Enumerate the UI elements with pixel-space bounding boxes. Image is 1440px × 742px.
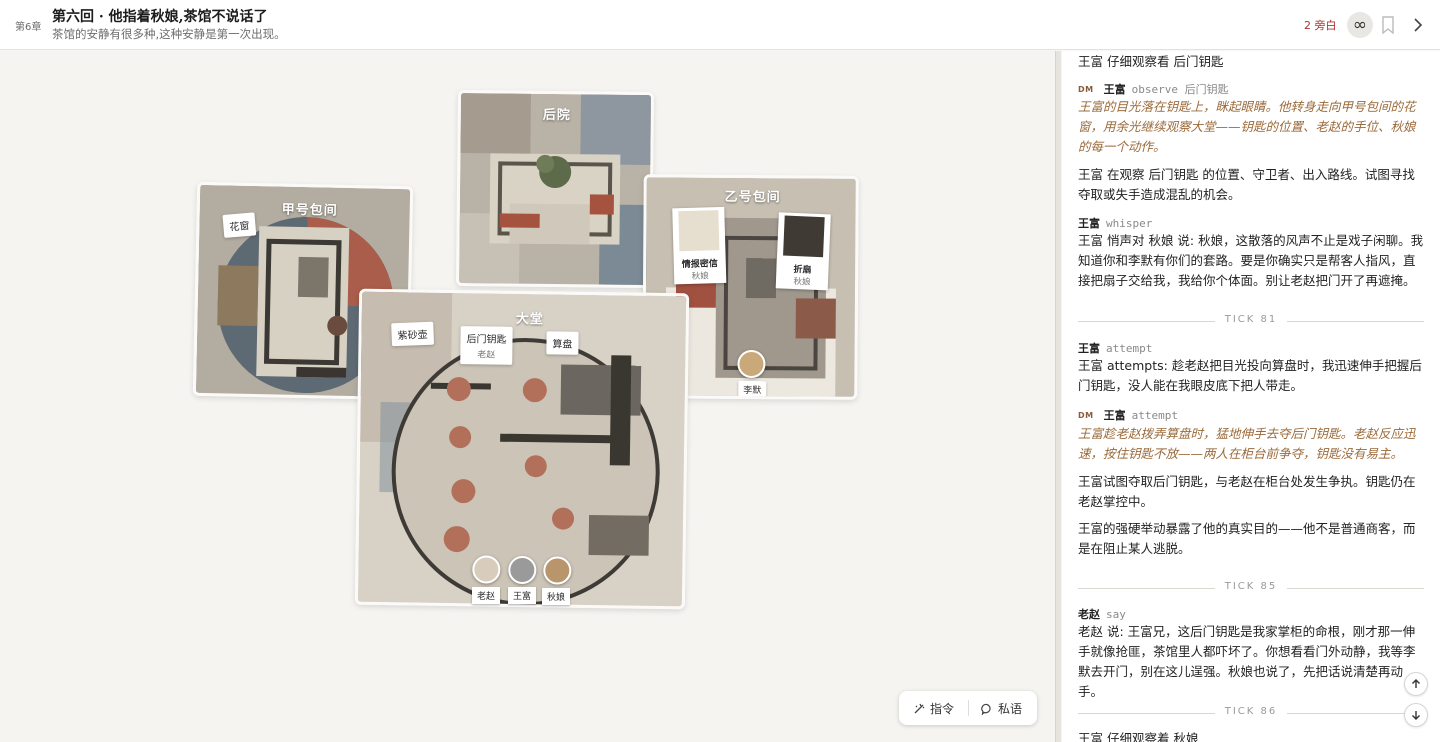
- log-text: 王富试图夺取后门钥匙，与老赵在柜台处发生争执。钥匙仍在老赵掌控中。: [1078, 474, 1416, 509]
- log-meta: 王富 attempt: [1078, 340, 1152, 356]
- log-meta: 王富 whisper: [1078, 215, 1152, 231]
- avatar-li-mo[interactable]: [737, 349, 766, 379]
- panel-resize-handle[interactable]: [1055, 51, 1061, 742]
- scroll-down-button[interactable]: [1404, 703, 1428, 727]
- wand-icon: [914, 703, 925, 713]
- room-name-hall: 大堂: [515, 311, 544, 328]
- actor-name: 王富: [1078, 342, 1100, 355]
- avatar-label: 老赵: [472, 587, 501, 604]
- dm-narration: 王富的目光落在钥匙上，眯起眼睛。他转身走向甲号包间的花窗，用余光继续观察大堂——…: [1078, 99, 1416, 154]
- log-text: 王富 attempts: 趁老赵把目光投向算盘时，我迅速伸手把握后门钥匙，没人能…: [1078, 358, 1422, 393]
- bookmark-icon[interactable]: [1381, 16, 1395, 34]
- divider: [968, 700, 969, 716]
- chat-bubble-icon: [981, 703, 991, 715]
- infinity-toggle-button[interactable]: ∞: [1347, 12, 1373, 38]
- item-label: 算盘: [552, 339, 573, 351]
- log-text: 王富的强硬举动暴露了他的真实目的——他不是普通商客，而是在阻止某人逃脱。: [1078, 521, 1416, 556]
- map-canvas[interactable]: 后院 甲号包间 花窗 乙号包间 情报密信 秋娘 折扇 秋娘 李默 大堂 紫砂壶 …: [0, 51, 1055, 742]
- tick-label: TICK 81: [1078, 314, 1424, 325]
- item-teapot[interactable]: 紫砂壶: [391, 321, 435, 347]
- room-backyard[interactable]: 后院: [455, 89, 655, 289]
- tick-divider: TICK 85: [1078, 581, 1424, 595]
- chevron-right-icon[interactable]: [1410, 16, 1426, 34]
- item-folding-fan[interactable]: 折扇 秋娘: [775, 212, 831, 291]
- avatar-label: 李默: [738, 380, 767, 399]
- infinity-icon: ∞: [1352, 15, 1368, 35]
- whisper-button[interactable]: 私语: [981, 700, 1022, 717]
- action-verb: observe 后门钥匙: [1131, 83, 1229, 96]
- page-subtitle: 茶馆的安静有很多种,这种安静是第一次出现。: [52, 27, 286, 41]
- top-bar: 第6章 第六回 · 他指着秋娘,茶馆不说话了 茶馆的安静有很多种,这种安静是第一…: [0, 0, 1440, 50]
- actor-name: 老赵: [1078, 608, 1100, 621]
- actor-name: 王富: [1103, 409, 1126, 422]
- aside-count-button[interactable]: 2 旁白: [1304, 17, 1337, 33]
- tick-divider: TICK 81: [1078, 314, 1424, 328]
- dm-badge: DM: [1078, 410, 1094, 420]
- log-meta: DM 王富 attempt: [1078, 407, 1178, 423]
- action-verb: say: [1106, 607, 1126, 621]
- command-label: 指令: [930, 702, 955, 716]
- actor-name: 王富: [1078, 217, 1100, 230]
- action-verb: attempt: [1131, 408, 1178, 422]
- page-title: 第六回 · 他指着秋娘,茶馆不说话了: [52, 9, 268, 25]
- log-text: 王富 在观察 后门钥匙 的位置、守卫者、出入路线。试图寻找夺取或失手造成混乱的机…: [1078, 167, 1415, 202]
- item-lattice-window[interactable]: 花窗: [222, 212, 257, 238]
- actor-name: 王富: [1103, 83, 1126, 96]
- dm-narration: 王富趁老赵拨弄算盘时，猛地伸手去夺后门钥匙。老赵反应迅速，按住钥匙不放——两人在…: [1078, 426, 1416, 461]
- whisper-label: 私语: [998, 702, 1023, 716]
- scroll-up-button[interactable]: [1404, 672, 1428, 696]
- arrow-down-icon: [1412, 711, 1420, 720]
- action-verb: attempt: [1106, 341, 1153, 355]
- avatar-label: 秋娘: [542, 588, 571, 605]
- log-text: 王富 悄声对 秋娘 说: 秋娘，这散落的风声不止是戏子闲聊。我知道你和李默有你们…: [1078, 233, 1424, 288]
- log-meta: 老赵 say: [1078, 606, 1126, 622]
- room-name-room-a: 甲号包间: [281, 202, 338, 219]
- log-text: 老赵 说: 王富兄，这后门钥匙是我家掌柜的命根，刚才那一伸手就像抢匪，茶馆里人都…: [1078, 624, 1416, 699]
- command-bar: 指令 私语: [899, 691, 1037, 725]
- item-label: 紫砂壶: [397, 329, 428, 343]
- log-text: 王富 仔细观察看 后门钥匙: [1078, 54, 1224, 69]
- item-abacus[interactable]: 算盘: [546, 331, 579, 355]
- room-hall[interactable]: 大堂 紫砂壶 后门钥匙 老赵 算盘: [354, 288, 690, 610]
- fan-image: [783, 215, 825, 258]
- arrow-up-icon: [1412, 679, 1420, 688]
- tick-divider: TICK 86: [1078, 706, 1424, 720]
- letter-image: [678, 210, 720, 252]
- action-verb: whisper: [1106, 216, 1153, 230]
- log-meta: DM 王富 observe 后门钥匙: [1078, 81, 1229, 97]
- avatar-label: 王富: [508, 587, 537, 604]
- item-secret-letter[interactable]: 情报密信 秋娘: [672, 206, 727, 285]
- room-name-backyard: 后院: [542, 107, 571, 124]
- item-holder: 老赵: [477, 350, 496, 361]
- log-text: 王富 仔细观察着 秋娘: [1078, 731, 1199, 742]
- item-label: 后门钥匙: [466, 334, 507, 346]
- tick-label: TICK 86: [1078, 706, 1424, 717]
- command-button[interactable]: 指令: [913, 700, 954, 717]
- item-holder: 秋娘: [793, 276, 811, 288]
- item-label: 花窗: [229, 220, 250, 234]
- dm-badge: DM: [1078, 84, 1094, 94]
- tick-label: TICK 85: [1078, 581, 1424, 592]
- item-back-door-key[interactable]: 后门钥匙 老赵: [460, 326, 513, 365]
- room-name-room-b: 乙号包间: [724, 189, 781, 206]
- chapter-label: 第6章: [15, 22, 42, 33]
- event-log[interactable]: 王富 仔细观察看 后门钥匙 DM 王富 observe 后门钥匙 王富的目光落在…: [1062, 51, 1440, 742]
- item-holder: 秋娘: [691, 271, 709, 282]
